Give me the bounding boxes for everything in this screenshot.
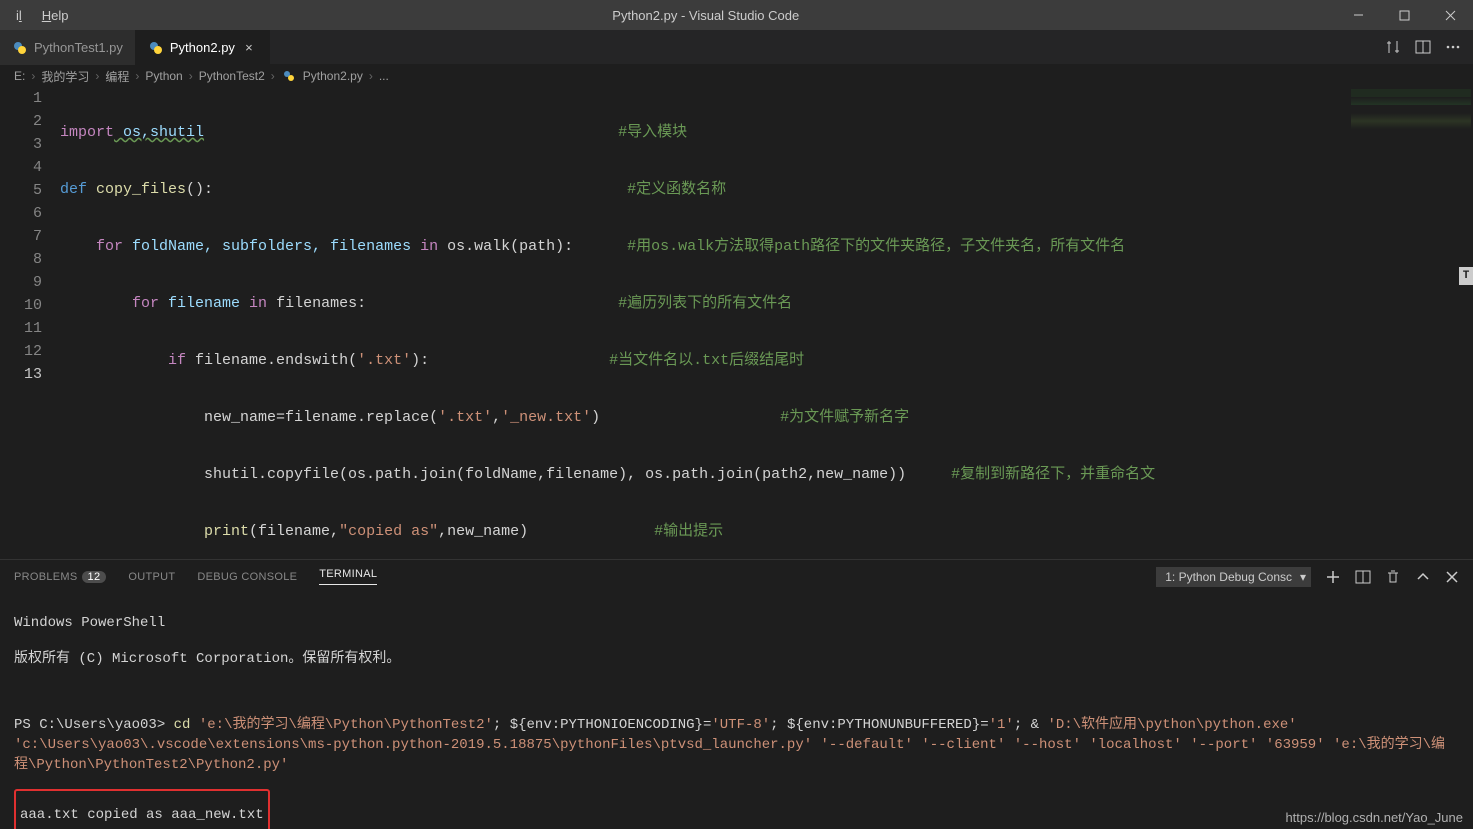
tab-label: Python2.py: [170, 40, 235, 55]
panel-tabs: PROBLEMS12 OUTPUT DEBUG CONSOLE TERMINAL…: [0, 560, 1473, 593]
tab-python2[interactable]: Python2.py ×: [136, 30, 270, 65]
panel-tab-problems[interactable]: PROBLEMS12: [14, 571, 106, 583]
more-icon[interactable]: [1445, 39, 1461, 55]
window-controls: [1335, 0, 1473, 30]
terminal-line: PS C:\Users\yao03> cd 'e:\我的学习\编程\Python…: [14, 713, 1459, 773]
split-editor-icon[interactable]: [1415, 39, 1431, 55]
split-terminal-icon[interactable]: [1355, 569, 1371, 585]
chevron-up-icon[interactable]: [1415, 569, 1431, 585]
title-bar: il Help Python2.py - Visual Studio Code: [0, 0, 1473, 30]
maximize-button[interactable]: [1381, 0, 1427, 30]
breadcrumb-trail[interactable]: ...: [379, 69, 389, 83]
terminal-output[interactable]: Windows PowerShell 版权所有 (C) Microsoft Co…: [0, 593, 1473, 829]
minimize-button[interactable]: [1335, 0, 1381, 30]
overview-marker[interactable]: T: [1459, 267, 1473, 285]
close-button[interactable]: [1427, 0, 1473, 30]
tab-pythontest1[interactable]: PythonTest1.py: [0, 30, 136, 65]
code-content[interactable]: import os,shutil #导入模块 def copy_files():…: [60, 87, 1473, 559]
problems-count-badge: 12: [82, 571, 107, 583]
terminal-line: Windows PowerShell: [14, 615, 1459, 631]
menu-item-help[interactable]: Help: [34, 4, 77, 27]
highlighted-output: aaa.txt copied as aaa_new.txt bbb.txt co…: [14, 789, 270, 829]
bottom-panel: PROBLEMS12 OUTPUT DEBUG CONSOLE TERMINAL…: [0, 559, 1473, 829]
panel-tab-terminal[interactable]: TERMINAL: [319, 568, 377, 585]
trash-icon[interactable]: [1385, 569, 1401, 585]
tab-actions: [1385, 30, 1473, 64]
python-file-icon: [12, 40, 28, 56]
watermark-text: https://blog.csdn.net/Yao_June: [1285, 810, 1463, 825]
close-panel-icon[interactable]: [1445, 570, 1459, 584]
breadcrumb-file[interactable]: Python2.py: [303, 69, 363, 83]
terminal-selector[interactable]: 1: Python Debug Consc: [1156, 567, 1311, 587]
breadcrumb-item[interactable]: 编程: [105, 68, 129, 85]
menu-bar: il Help: [0, 4, 77, 27]
panel-tab-output[interactable]: OUTPUT: [128, 571, 175, 583]
new-terminal-icon[interactable]: [1325, 569, 1341, 585]
line-gutter: 12345678910111213: [0, 87, 60, 559]
breadcrumb-item[interactable]: 我的学习: [41, 68, 89, 85]
editor-tabs: PythonTest1.py Python2.py ×: [0, 30, 1473, 65]
breadcrumb[interactable]: E:› 我的学习› 编程› Python› PythonTest2› Pytho…: [0, 65, 1473, 87]
terminal-line: 版权所有 (C) Microsoft Corporation。保留所有权利。: [14, 647, 1459, 667]
code-editor[interactable]: 12345678910111213 import os,shutil #导入模块…: [0, 87, 1473, 559]
window-title: Python2.py - Visual Studio Code: [77, 8, 1335, 23]
breadcrumb-item[interactable]: Python: [145, 69, 182, 83]
menu-item-partial[interactable]: il: [8, 4, 30, 27]
terminal-line: aaa.txt copied as aaa_new.txt: [20, 807, 264, 823]
close-icon[interactable]: ×: [241, 40, 257, 55]
breadcrumb-item[interactable]: PythonTest2: [199, 69, 265, 83]
tab-label: PythonTest1.py: [34, 40, 123, 55]
minimap[interactable]: [1351, 89, 1471, 169]
compare-icon[interactable]: [1385, 39, 1401, 55]
breadcrumb-item[interactable]: E:: [14, 69, 25, 83]
python-file-icon: [148, 40, 164, 56]
panel-tab-debug[interactable]: DEBUG CONSOLE: [197, 571, 297, 583]
python-file-icon: [281, 68, 297, 84]
